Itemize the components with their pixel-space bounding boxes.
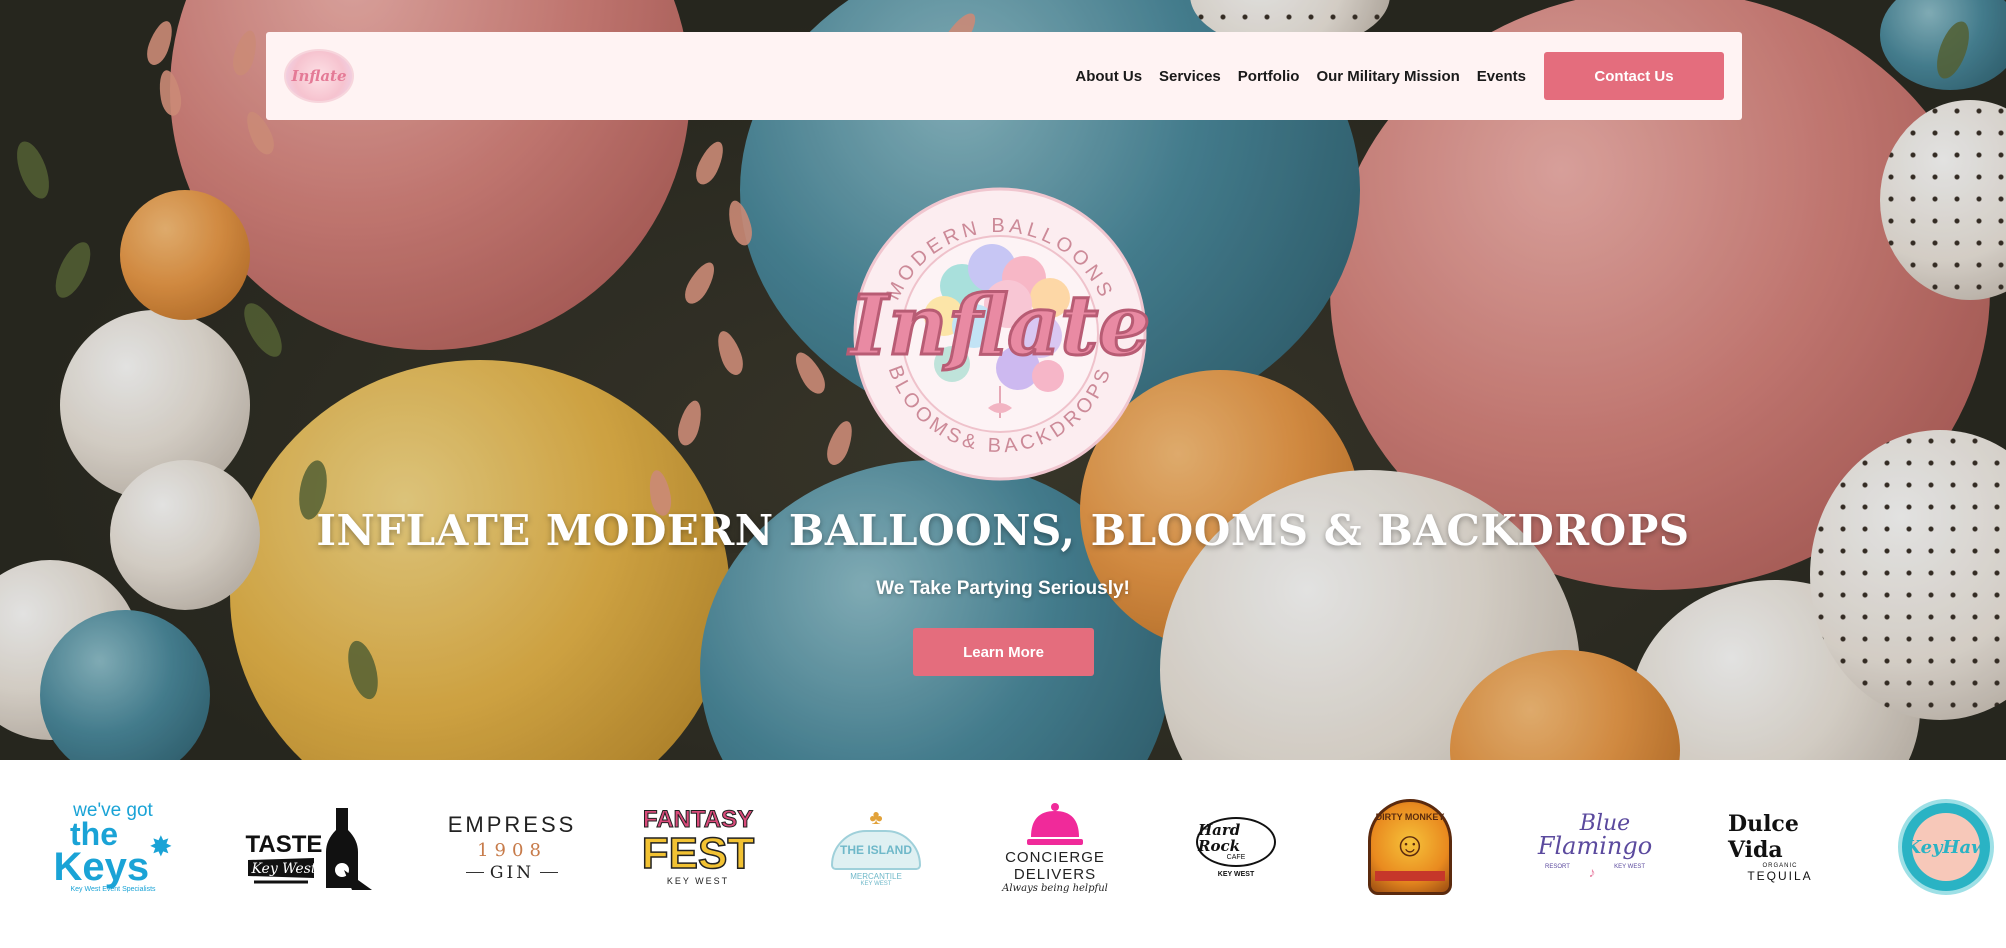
partner-logo-keyhaw[interactable]: KeyHaw [1896, 792, 1996, 902]
keyhaw-line1: KeyHaw [1905, 836, 1987, 858]
hardrock-line1: Hard Rock [1198, 821, 1241, 855]
keys-line2: the [70, 815, 118, 852]
partner-logo-strip: we've got the Keys ✸ Key West Event Spec… [0, 760, 2006, 948]
dirty-monkey-badge: DIRTY MONKEY ☺ [1368, 799, 1452, 895]
keys-line3: Keys [53, 844, 150, 889]
site-logo-text: Inflate [291, 67, 347, 85]
keys-tag: Key West Event Specialists [70, 885, 156, 893]
nav-menu: About Us Services Portfolio Our Military… [1075, 52, 1724, 100]
flamingo-line2: Flamingo [1537, 832, 1653, 860]
badge-ribbon [1375, 871, 1445, 881]
keyhaw-inner: KeyHaw [1905, 813, 1987, 881]
divider [540, 872, 559, 873]
empress-line3: GIN [489, 862, 535, 883]
hero-subtitle: We Take Partying Seriously! [876, 578, 1130, 599]
flamingo-line3: RESORT [1545, 864, 1570, 870]
partner-logo-empress-1908-gin[interactable]: EMPRESS 1908 GIN [448, 792, 574, 902]
hero-title: INFLATE MODERN BALLOONS, BLOOMS & BACKDR… [316, 506, 1690, 555]
taste-line2: Key West [250, 861, 316, 877]
concierge-line3: Always being helpful [1002, 882, 1108, 894]
flamingo-line1: Blue [1579, 811, 1631, 836]
dulce-line1: Dulce Vida [1728, 811, 1799, 863]
taste-key-west-mark: TASTE Key West [246, 807, 372, 890]
nav-link-events[interactable]: Events [1477, 68, 1526, 85]
island-line3: KEY WEST [860, 881, 892, 887]
concierge-line1: CONCIERGE [1005, 848, 1105, 866]
service-bell-icon [1027, 802, 1083, 845]
inflate-badge-logo: MODERN BALLOONS BLOOMS& BACKDROPS Inflat… [846, 187, 1152, 481]
nav-link-services[interactable]: Services [1159, 68, 1221, 85]
sun-icon: ✸ [149, 831, 173, 862]
taste-line1: TASTE [246, 831, 323, 858]
pineapple-icon: ♣ [869, 807, 883, 829]
main-navbar: Inflate About Us Services Portfolio Our … [266, 32, 1742, 120]
partner-logo-island-mercantile[interactable]: ♣ THE ISLAND MERCANTILE KEY WEST [826, 792, 926, 902]
nav-link-military-mission[interactable]: Our Military Mission [1316, 68, 1459, 85]
island-line2: MERCANTILE [850, 872, 902, 881]
partner-logo-dulce-vida-tequila[interactable]: Dulce Vida ORGANIC TEQUILA [1728, 792, 1832, 902]
fantasy-line3: KEY WEST [666, 876, 730, 886]
site-logo[interactable]: Inflate [284, 49, 354, 103]
hero-section: Inflate About Us Services Portfolio Our … [0, 0, 2006, 760]
monkey-icon: ☺ [1392, 826, 1428, 864]
learn-more-button[interactable]: Learn More [913, 628, 1094, 676]
flamingo-icon: ♪ [1588, 864, 1596, 880]
concierge-line2: DELIVERS [1013, 865, 1097, 883]
hardrock-line3: KEY WEST [1217, 870, 1255, 878]
partner-logo-concierge-delivers[interactable]: CONCIERGE DELIVERS Always being helpful [1000, 792, 1110, 902]
hardrock-line2: CAFE [1226, 854, 1246, 861]
hard-rock-oval: Hard Rock CAFE [1196, 816, 1276, 867]
partner-logo-hard-rock-cafe[interactable]: Hard Rock CAFE KEY WEST [1190, 792, 1282, 902]
badge-wordmark: Inflate [848, 278, 1151, 374]
partner-logo-weve-got-the-keys[interactable]: we've got the Keys ✸ Key West Event Spec… [53, 792, 172, 902]
nav-link-about-us[interactable]: About Us [1075, 68, 1142, 85]
partner-logo-fantasy-fest[interactable]: FANTASY FEST KEY WEST [641, 792, 755, 902]
island-arch: THE ISLAND [831, 830, 921, 870]
keyhaw-badge: KeyHaw [1898, 799, 1994, 895]
partner-logo-blue-flamingo[interactable]: Blue Flamingo RESORT ♪ KEY WEST [1537, 792, 1653, 902]
empress-line2: 1908 [477, 839, 547, 861]
partner-logo-dirty-monkey[interactable]: DIRTY MONKEY ☺ [1366, 792, 1454, 902]
empress-line1: EMPRESS [447, 811, 577, 837]
divider [465, 872, 484, 873]
nav-link-portfolio[interactable]: Portfolio [1238, 68, 1300, 85]
island-line1: THE ISLAND [840, 843, 912, 857]
dulce-line3: TEQUILA [1747, 869, 1813, 883]
flamingo-line4: KEY WEST [1614, 864, 1645, 870]
monkey-line1: DIRTY MONKEY [1375, 812, 1445, 822]
partner-logo-taste-key-west[interactable]: TASTE Key West [244, 792, 374, 902]
fantasy-line2: FEST [641, 829, 755, 878]
contact-us-button[interactable]: Contact Us [1544, 52, 1724, 100]
